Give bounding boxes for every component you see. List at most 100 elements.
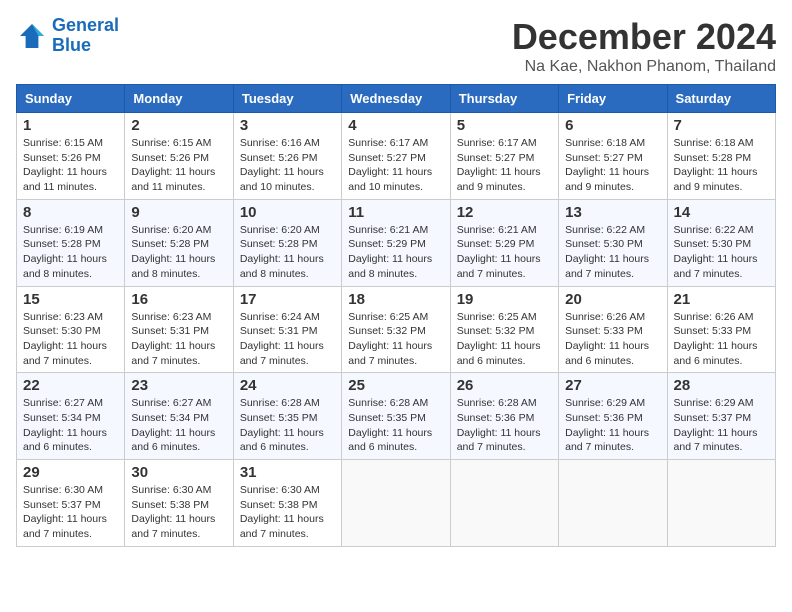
- calendar-day-header: Saturday: [667, 85, 775, 113]
- month-title: December 2024: [512, 16, 776, 58]
- day-number: 18: [348, 291, 443, 308]
- day-info: Sunrise: 6:28 AM Sunset: 5:35 PM Dayligh…: [348, 396, 443, 455]
- calendar-cell: 30 Sunrise: 6:30 AM Sunset: 5:38 PM Dayl…: [125, 460, 233, 547]
- calendar-cell: 12 Sunrise: 6:21 AM Sunset: 5:29 PM Dayl…: [450, 199, 558, 286]
- day-info: Sunrise: 6:24 AM Sunset: 5:31 PM Dayligh…: [240, 310, 335, 369]
- day-info: Sunrise: 6:15 AM Sunset: 5:26 PM Dayligh…: [23, 136, 118, 195]
- calendar-day-header: Sunday: [17, 85, 125, 113]
- calendar-cell: [450, 460, 558, 547]
- day-number: 20: [565, 291, 660, 308]
- calendar-day-header: Friday: [559, 85, 667, 113]
- calendar-cell: 8 Sunrise: 6:19 AM Sunset: 5:28 PM Dayli…: [17, 199, 125, 286]
- day-info: Sunrise: 6:16 AM Sunset: 5:26 PM Dayligh…: [240, 136, 335, 195]
- day-info: Sunrise: 6:28 AM Sunset: 5:35 PM Dayligh…: [240, 396, 335, 455]
- calendar-cell: 25 Sunrise: 6:28 AM Sunset: 5:35 PM Dayl…: [342, 373, 450, 460]
- calendar-week-row: 22 Sunrise: 6:27 AM Sunset: 5:34 PM Dayl…: [17, 373, 776, 460]
- calendar-cell: 28 Sunrise: 6:29 AM Sunset: 5:37 PM Dayl…: [667, 373, 775, 460]
- calendar-cell: 7 Sunrise: 6:18 AM Sunset: 5:28 PM Dayli…: [667, 113, 775, 200]
- day-number: 24: [240, 377, 335, 394]
- calendar-cell: 20 Sunrise: 6:26 AM Sunset: 5:33 PM Dayl…: [559, 286, 667, 373]
- day-info: Sunrise: 6:22 AM Sunset: 5:30 PM Dayligh…: [565, 223, 660, 282]
- day-number: 10: [240, 204, 335, 221]
- calendar-week-row: 15 Sunrise: 6:23 AM Sunset: 5:30 PM Dayl…: [17, 286, 776, 373]
- calendar-cell: 29 Sunrise: 6:30 AM Sunset: 5:37 PM Dayl…: [17, 460, 125, 547]
- day-number: 21: [674, 291, 769, 308]
- day-info: Sunrise: 6:17 AM Sunset: 5:27 PM Dayligh…: [348, 136, 443, 195]
- day-info: Sunrise: 6:23 AM Sunset: 5:30 PM Dayligh…: [23, 310, 118, 369]
- day-info: Sunrise: 6:25 AM Sunset: 5:32 PM Dayligh…: [457, 310, 552, 369]
- day-info: Sunrise: 6:30 AM Sunset: 5:37 PM Dayligh…: [23, 483, 118, 542]
- day-info: Sunrise: 6:25 AM Sunset: 5:32 PM Dayligh…: [348, 310, 443, 369]
- day-info: Sunrise: 6:21 AM Sunset: 5:29 PM Dayligh…: [457, 223, 552, 282]
- calendar-cell: 27 Sunrise: 6:29 AM Sunset: 5:36 PM Dayl…: [559, 373, 667, 460]
- calendar-cell: 17 Sunrise: 6:24 AM Sunset: 5:31 PM Dayl…: [233, 286, 341, 373]
- calendar-week-row: 8 Sunrise: 6:19 AM Sunset: 5:28 PM Dayli…: [17, 199, 776, 286]
- calendar-day-header: Monday: [125, 85, 233, 113]
- calendar-day-header: Tuesday: [233, 85, 341, 113]
- day-info: Sunrise: 6:27 AM Sunset: 5:34 PM Dayligh…: [131, 396, 226, 455]
- calendar-week-row: 1 Sunrise: 6:15 AM Sunset: 5:26 PM Dayli…: [17, 113, 776, 200]
- day-info: Sunrise: 6:20 AM Sunset: 5:28 PM Dayligh…: [131, 223, 226, 282]
- day-info: Sunrise: 6:17 AM Sunset: 5:27 PM Dayligh…: [457, 136, 552, 195]
- calendar-cell: 24 Sunrise: 6:28 AM Sunset: 5:35 PM Dayl…: [233, 373, 341, 460]
- calendar-cell: 2 Sunrise: 6:15 AM Sunset: 5:26 PM Dayli…: [125, 113, 233, 200]
- calendar-cell: 9 Sunrise: 6:20 AM Sunset: 5:28 PM Dayli…: [125, 199, 233, 286]
- calendar-cell: 16 Sunrise: 6:23 AM Sunset: 5:31 PM Dayl…: [125, 286, 233, 373]
- calendar-cell: 31 Sunrise: 6:30 AM Sunset: 5:38 PM Dayl…: [233, 460, 341, 547]
- day-number: 16: [131, 291, 226, 308]
- logo-icon: [16, 20, 48, 52]
- day-number: 11: [348, 204, 443, 221]
- day-info: Sunrise: 6:30 AM Sunset: 5:38 PM Dayligh…: [240, 483, 335, 542]
- day-info: Sunrise: 6:26 AM Sunset: 5:33 PM Dayligh…: [565, 310, 660, 369]
- calendar-cell: 13 Sunrise: 6:22 AM Sunset: 5:30 PM Dayl…: [559, 199, 667, 286]
- day-number: 9: [131, 204, 226, 221]
- calendar-cell: [342, 460, 450, 547]
- day-number: 19: [457, 291, 552, 308]
- day-number: 22: [23, 377, 118, 394]
- calendar-cell: 23 Sunrise: 6:27 AM Sunset: 5:34 PM Dayl…: [125, 373, 233, 460]
- location-title: Na Kae, Nakhon Phanom, Thailand: [512, 58, 776, 76]
- day-info: Sunrise: 6:20 AM Sunset: 5:28 PM Dayligh…: [240, 223, 335, 282]
- calendar-cell: 3 Sunrise: 6:16 AM Sunset: 5:26 PM Dayli…: [233, 113, 341, 200]
- day-number: 2: [131, 117, 226, 134]
- day-number: 5: [457, 117, 552, 134]
- calendar-cell: 10 Sunrise: 6:20 AM Sunset: 5:28 PM Dayl…: [233, 199, 341, 286]
- calendar-cell: 14 Sunrise: 6:22 AM Sunset: 5:30 PM Dayl…: [667, 199, 775, 286]
- calendar-cell: 5 Sunrise: 6:17 AM Sunset: 5:27 PM Dayli…: [450, 113, 558, 200]
- calendar-cell: 21 Sunrise: 6:26 AM Sunset: 5:33 PM Dayl…: [667, 286, 775, 373]
- day-number: 4: [348, 117, 443, 134]
- calendar-day-header: Thursday: [450, 85, 558, 113]
- day-number: 8: [23, 204, 118, 221]
- day-info: Sunrise: 6:26 AM Sunset: 5:33 PM Dayligh…: [674, 310, 769, 369]
- day-number: 28: [674, 377, 769, 394]
- day-info: Sunrise: 6:21 AM Sunset: 5:29 PM Dayligh…: [348, 223, 443, 282]
- day-number: 29: [23, 464, 118, 481]
- day-info: Sunrise: 6:29 AM Sunset: 5:37 PM Dayligh…: [674, 396, 769, 455]
- calendar-week-row: 29 Sunrise: 6:30 AM Sunset: 5:37 PM Dayl…: [17, 460, 776, 547]
- page-header: General Blue December 2024 Na Kae, Nakho…: [16, 16, 776, 76]
- day-info: Sunrise: 6:18 AM Sunset: 5:27 PM Dayligh…: [565, 136, 660, 195]
- calendar-table: SundayMondayTuesdayWednesdayThursdayFrid…: [16, 84, 776, 547]
- day-number: 6: [565, 117, 660, 134]
- calendar-cell: 4 Sunrise: 6:17 AM Sunset: 5:27 PM Dayli…: [342, 113, 450, 200]
- day-info: Sunrise: 6:27 AM Sunset: 5:34 PM Dayligh…: [23, 396, 118, 455]
- day-number: 23: [131, 377, 226, 394]
- day-number: 17: [240, 291, 335, 308]
- calendar-cell: 11 Sunrise: 6:21 AM Sunset: 5:29 PM Dayl…: [342, 199, 450, 286]
- day-info: Sunrise: 6:15 AM Sunset: 5:26 PM Dayligh…: [131, 136, 226, 195]
- day-info: Sunrise: 6:29 AM Sunset: 5:36 PM Dayligh…: [565, 396, 660, 455]
- logo-text: General Blue: [52, 16, 119, 56]
- title-block: December 2024 Na Kae, Nakhon Phanom, Tha…: [512, 16, 776, 76]
- day-number: 30: [131, 464, 226, 481]
- day-number: 15: [23, 291, 118, 308]
- calendar-header-row: SundayMondayTuesdayWednesdayThursdayFrid…: [17, 85, 776, 113]
- day-number: 27: [565, 377, 660, 394]
- day-info: Sunrise: 6:28 AM Sunset: 5:36 PM Dayligh…: [457, 396, 552, 455]
- logo: General Blue: [16, 16, 119, 56]
- calendar-cell: 1 Sunrise: 6:15 AM Sunset: 5:26 PM Dayli…: [17, 113, 125, 200]
- day-number: 26: [457, 377, 552, 394]
- calendar-cell: 15 Sunrise: 6:23 AM Sunset: 5:30 PM Dayl…: [17, 286, 125, 373]
- day-info: Sunrise: 6:19 AM Sunset: 5:28 PM Dayligh…: [23, 223, 118, 282]
- calendar-cell: 22 Sunrise: 6:27 AM Sunset: 5:34 PM Dayl…: [17, 373, 125, 460]
- day-number: 7: [674, 117, 769, 134]
